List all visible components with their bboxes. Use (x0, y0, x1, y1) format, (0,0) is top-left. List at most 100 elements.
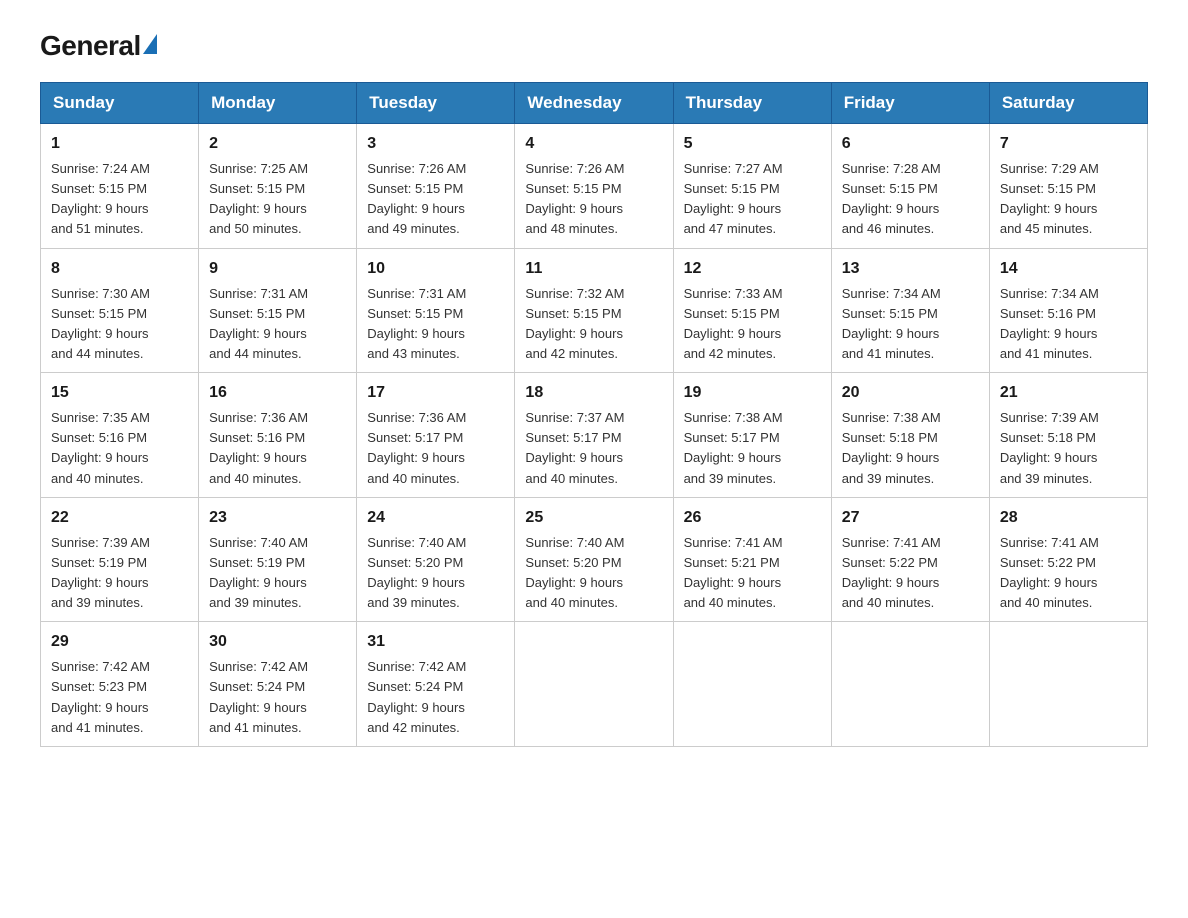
day-cell-14: 14 Sunrise: 7:34 AMSunset: 5:16 PMDayligh… (989, 248, 1147, 373)
day-number: 21 (1000, 381, 1137, 405)
day-info: Sunrise: 7:31 AMSunset: 5:15 PMDaylight:… (209, 284, 346, 365)
day-number: 7 (1000, 132, 1137, 156)
day-number: 22 (51, 506, 188, 530)
day-cell-3: 3 Sunrise: 7:26 AMSunset: 5:15 PMDaylight… (357, 124, 515, 249)
day-number: 31 (367, 630, 504, 654)
day-cell-7: 7 Sunrise: 7:29 AMSunset: 5:15 PMDaylight… (989, 124, 1147, 249)
day-cell-18: 18 Sunrise: 7:37 AMSunset: 5:17 PMDayligh… (515, 373, 673, 498)
day-number: 27 (842, 506, 979, 530)
day-info: Sunrise: 7:38 AMSunset: 5:18 PMDaylight:… (842, 408, 979, 489)
week-row-2: 8Sunrise: 7:30 AMSunset: 5:15 PMDaylight… (41, 248, 1148, 373)
day-cell-21: 21Sunrise: 7:39 AMSunset: 5:18 PMDayligh… (989, 373, 1147, 498)
day-info: Sunrise: 7:41 AMSunset: 5:22 PMDaylight:… (842, 533, 979, 614)
day-number: 26 (684, 506, 821, 530)
day-number: 3 (367, 132, 504, 156)
day-number: 10 (367, 257, 504, 281)
day-cell-5: 5 Sunrise: 7:27 AMSunset: 5:15 PMDaylight… (673, 124, 831, 249)
logo: General (40, 30, 157, 62)
day-number: 6 (842, 132, 979, 156)
day-cell-23: 23 Sunrise: 7:40 AMSunset: 5:19 PMDayligh… (199, 497, 357, 622)
page-header: General (40, 30, 1148, 62)
empty-cell (515, 622, 673, 747)
logo-triangle-icon (143, 34, 157, 54)
day-info: Sunrise: 7:39 AMSunset: 5:19 PMDaylight:… (51, 533, 188, 614)
day-cell-24: 24 Sunrise: 7:40 AMSunset: 5:20 PMDayligh… (357, 497, 515, 622)
day-cell-10: 10 Sunrise: 7:31 AMSunset: 5:15 PMDayligh… (357, 248, 515, 373)
day-info: Sunrise: 7:37 AMSunset: 5:17 PMDaylight:… (525, 408, 662, 489)
day-cell-2: 2 Sunrise: 7:25 AMSunset: 5:15 PMDaylight… (199, 124, 357, 249)
day-cell-22: 22 Sunrise: 7:39 AMSunset: 5:19 PMDayligh… (41, 497, 199, 622)
empty-cell (989, 622, 1147, 747)
day-number: 12 (684, 257, 821, 281)
day-info: Sunrise: 7:25 AMSunset: 5:15 PMDaylight:… (209, 159, 346, 240)
day-number: 8 (51, 257, 188, 281)
day-number: 20 (842, 381, 979, 405)
weekday-header-monday: Monday (199, 83, 357, 124)
day-cell-27: 27 Sunrise: 7:41 AMSunset: 5:22 PMDayligh… (831, 497, 989, 622)
day-info: Sunrise: 7:36 AMSunset: 5:16 PMDaylight:… (209, 408, 346, 489)
day-number: 2 (209, 132, 346, 156)
day-number: 14 (1000, 257, 1137, 281)
day-number: 23 (209, 506, 346, 530)
day-number: 18 (525, 381, 662, 405)
day-number: 19 (684, 381, 821, 405)
day-info: Sunrise: 7:29 AMSunset: 5:15 PMDaylight:… (1000, 159, 1137, 240)
day-cell-8: 8Sunrise: 7:30 AMSunset: 5:15 PMDaylight… (41, 248, 199, 373)
day-cell-29: 29 Sunrise: 7:42 AMSunset: 5:23 PMDayligh… (41, 622, 199, 747)
day-info: Sunrise: 7:40 AMSunset: 5:20 PMDaylight:… (525, 533, 662, 614)
day-number: 16 (209, 381, 346, 405)
day-cell-16: 16 Sunrise: 7:36 AMSunset: 5:16 PMDayligh… (199, 373, 357, 498)
day-cell-30: 30Sunrise: 7:42 AMSunset: 5:24 PMDayligh… (199, 622, 357, 747)
day-info: Sunrise: 7:40 AMSunset: 5:20 PMDaylight:… (367, 533, 504, 614)
day-number: 9 (209, 257, 346, 281)
day-number: 24 (367, 506, 504, 530)
day-info: Sunrise: 7:33 AMSunset: 5:15 PMDaylight:… (684, 284, 821, 365)
day-number: 5 (684, 132, 821, 156)
day-info: Sunrise: 7:41 AMSunset: 5:21 PMDaylight:… (684, 533, 821, 614)
day-info: Sunrise: 7:38 AMSunset: 5:17 PMDaylight:… (684, 408, 821, 489)
day-cell-9: 9 Sunrise: 7:31 AMSunset: 5:15 PMDaylight… (199, 248, 357, 373)
day-info: Sunrise: 7:42 AMSunset: 5:24 PMDaylight:… (367, 657, 504, 738)
weekday-header-wednesday: Wednesday (515, 83, 673, 124)
day-cell-13: 13Sunrise: 7:34 AMSunset: 5:15 PMDayligh… (831, 248, 989, 373)
day-cell-1: 1Sunrise: 7:24 AMSunset: 5:15 PMDaylight… (41, 124, 199, 249)
day-number: 30 (209, 630, 346, 654)
day-number: 25 (525, 506, 662, 530)
weekday-header-saturday: Saturday (989, 83, 1147, 124)
day-cell-17: 17Sunrise: 7:36 AMSunset: 5:17 PMDayligh… (357, 373, 515, 498)
day-number: 4 (525, 132, 662, 156)
day-cell-12: 12 Sunrise: 7:33 AMSunset: 5:15 PMDayligh… (673, 248, 831, 373)
day-number: 29 (51, 630, 188, 654)
weekday-header-tuesday: Tuesday (357, 83, 515, 124)
day-number: 11 (525, 257, 662, 281)
empty-cell (831, 622, 989, 747)
empty-cell (673, 622, 831, 747)
week-row-1: 1Sunrise: 7:24 AMSunset: 5:15 PMDaylight… (41, 124, 1148, 249)
day-cell-19: 19 Sunrise: 7:38 AMSunset: 5:17 PMDayligh… (673, 373, 831, 498)
day-number: 15 (51, 381, 188, 405)
logo-general-text: General (40, 30, 141, 62)
weekday-header-row: SundayMondayTuesdayWednesdayThursdayFrid… (41, 83, 1148, 124)
week-row-4: 22 Sunrise: 7:39 AMSunset: 5:19 PMDayligh… (41, 497, 1148, 622)
day-info: Sunrise: 7:26 AMSunset: 5:15 PMDaylight:… (367, 159, 504, 240)
day-cell-6: 6 Sunrise: 7:28 AMSunset: 5:15 PMDaylight… (831, 124, 989, 249)
day-cell-15: 15 Sunrise: 7:35 AMSunset: 5:16 PMDayligh… (41, 373, 199, 498)
day-cell-11: 11Sunrise: 7:32 AMSunset: 5:15 PMDayligh… (515, 248, 673, 373)
day-cell-20: 20 Sunrise: 7:38 AMSunset: 5:18 PMDayligh… (831, 373, 989, 498)
day-number: 28 (1000, 506, 1137, 530)
day-cell-25: 25 Sunrise: 7:40 AMSunset: 5:20 PMDayligh… (515, 497, 673, 622)
calendar-table: SundayMondayTuesdayWednesdayThursdayFrid… (40, 82, 1148, 747)
weekday-header-friday: Friday (831, 83, 989, 124)
day-info: Sunrise: 7:42 AMSunset: 5:23 PMDaylight:… (51, 657, 188, 738)
day-info: Sunrise: 7:34 AMSunset: 5:16 PMDaylight:… (1000, 284, 1137, 365)
week-row-3: 15 Sunrise: 7:35 AMSunset: 5:16 PMDayligh… (41, 373, 1148, 498)
day-info: Sunrise: 7:27 AMSunset: 5:15 PMDaylight:… (684, 159, 821, 240)
week-row-5: 29 Sunrise: 7:42 AMSunset: 5:23 PMDayligh… (41, 622, 1148, 747)
day-info: Sunrise: 7:28 AMSunset: 5:15 PMDaylight:… (842, 159, 979, 240)
day-info: Sunrise: 7:31 AMSunset: 5:15 PMDaylight:… (367, 284, 504, 365)
day-cell-31: 31 Sunrise: 7:42 AMSunset: 5:24 PMDayligh… (357, 622, 515, 747)
day-info: Sunrise: 7:40 AMSunset: 5:19 PMDaylight:… (209, 533, 346, 614)
day-cell-4: 4Sunrise: 7:26 AMSunset: 5:15 PMDaylight… (515, 124, 673, 249)
day-number: 17 (367, 381, 504, 405)
day-info: Sunrise: 7:35 AMSunset: 5:16 PMDaylight:… (51, 408, 188, 489)
